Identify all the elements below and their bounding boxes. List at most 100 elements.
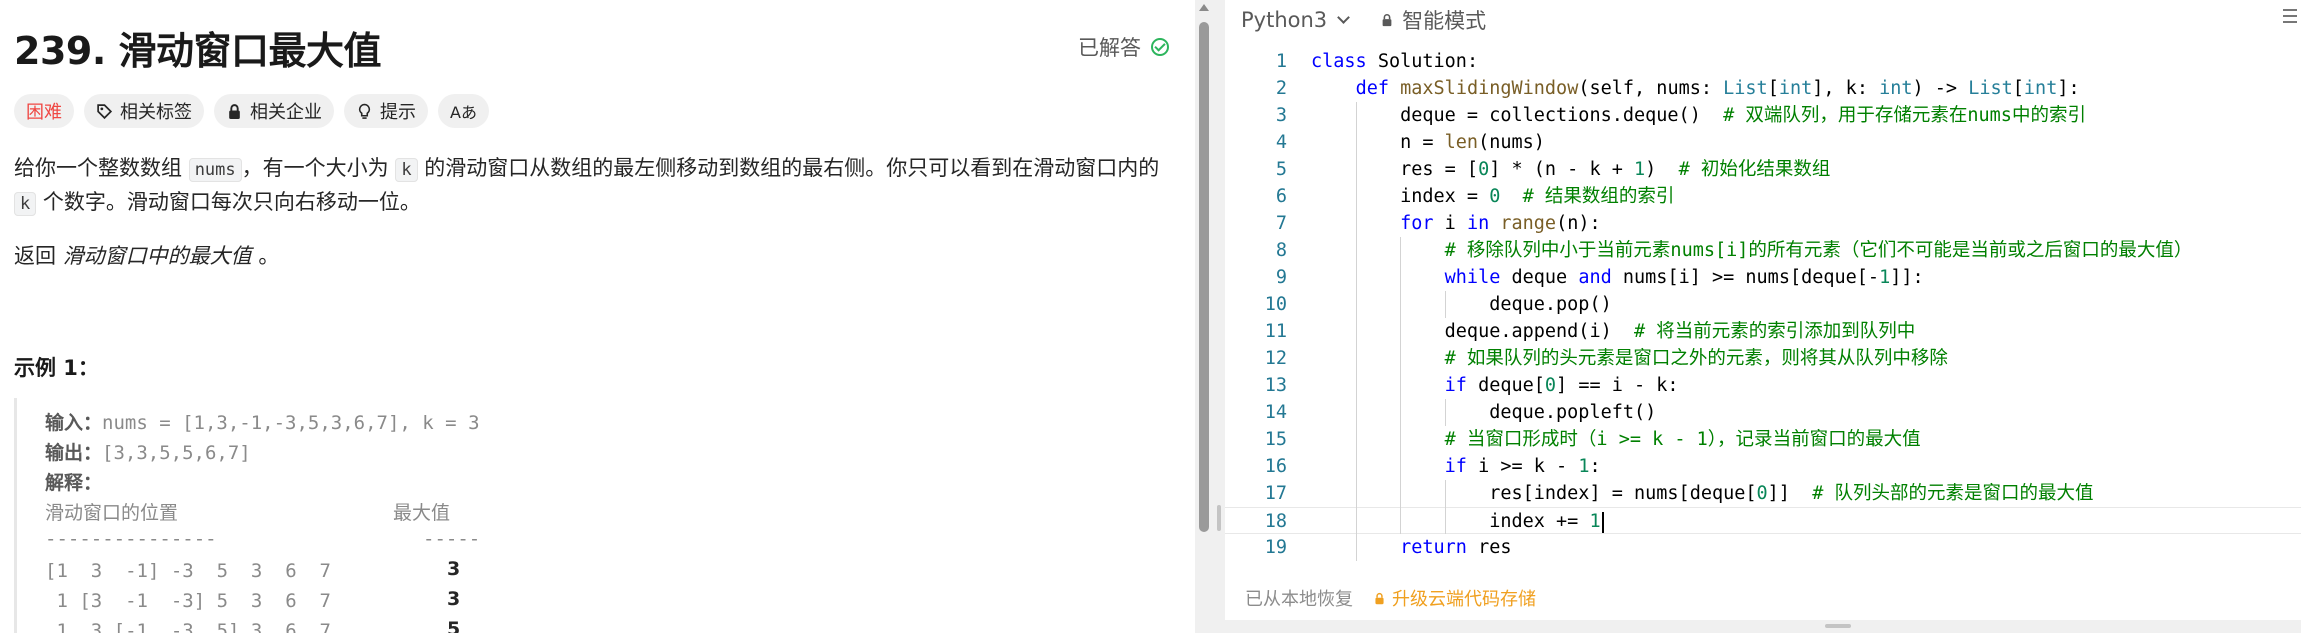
code-text: def maxSlidingWindow(self, nums: List[in… <box>1355 78 2080 99</box>
upgrade-cloud-storage-link[interactable]: 升级云端代码存储 <box>1373 585 1536 611</box>
indent-guide <box>1355 318 1357 345</box>
code-line[interactable]: 9 while deque and nums[i] >= nums[deque[… <box>1225 264 2301 291</box>
code-line[interactable]: 17 res[index] = nums[deque[0]] # 队列头部的元素… <box>1225 480 2301 507</box>
code-line[interactable]: 13 if deque[0] == i - k: <box>1225 372 2301 399</box>
inline-code: k <box>395 158 418 182</box>
code-line[interactable]: 10 deque.pop() <box>1225 291 2301 318</box>
code-text: # 当窗口形成时（i >= k - 1），记录当前窗口的最大值 <box>1444 429 1921 450</box>
bottom-resize-grip[interactable] <box>1825 624 1851 628</box>
input-label: 输入： <box>45 412 103 434</box>
line-number: 17 <box>1264 483 1287 504</box>
indent-guide <box>1355 291 1357 318</box>
code-text: res = [0] * (n - k + 1) # 初始化结果数组 <box>1311 159 1831 180</box>
code-line[interactable]: 4 n = len(nums) <box>1225 129 2301 156</box>
indent-guide <box>1400 237 1402 264</box>
solved-status: 已解答 <box>1078 32 1169 62</box>
translate-button[interactable]: Aあ <box>438 94 489 128</box>
window-row: [1 3 -1] -3 5 3 6 7 <box>45 560 331 582</box>
indent-guide <box>1444 507 1446 534</box>
code-line[interactable]: 3 deque = collections.deque() # 双端队列，用于存… <box>1225 102 2301 129</box>
indent-guide <box>1355 102 1357 129</box>
indent-guide <box>1355 480 1357 507</box>
line-number: 9 <box>1275 267 1287 288</box>
example-output: 输出：[3,3,5,5,6,7] <box>45 438 251 465</box>
line-number: 16 <box>1264 456 1287 477</box>
code-text: class Solution: <box>1311 51 1479 72</box>
line-number: 4 <box>1275 132 1287 153</box>
code-line[interactable]: 7 for i in range(n): <box>1225 210 2301 237</box>
example-input: 输入：nums = [1,3,-1,-3,5,3,6,7], k = 3 <box>45 408 480 435</box>
line-number: 14 <box>1264 402 1287 423</box>
code-text: for i in range(n): <box>1400 213 1601 234</box>
code-text: res[index] = nums[deque[0]] # 队列头部的元素是窗口… <box>1311 483 2094 504</box>
hint-button[interactable]: 提示 <box>344 94 428 128</box>
code-line[interactable]: 2 def maxSlidingWindow(self, nums: List[… <box>1225 75 2301 102</box>
indent-guide <box>1355 237 1357 264</box>
inline-code: nums <box>188 158 242 182</box>
line-number: 3 <box>1275 105 1287 126</box>
explain-label: 解释： <box>45 472 103 494</box>
code-line[interactable]: 16 if i >= k - 1: <box>1225 453 2301 480</box>
return-emphasis: 滑动窗口中的最大值 <box>62 244 252 268</box>
scroll-up-arrow-icon[interactable] <box>1199 4 1209 11</box>
code-editor[interactable]: 1 class Solution: 2 def maxSlidingWindow(s… <box>1225 48 2301 568</box>
indent-guide <box>1355 399 1357 426</box>
lock-icon <box>1375 592 1384 604</box>
col-max-header: 最大值 <box>393 502 451 524</box>
code-line[interactable]: 6 index = 0 # 结果数组的索引 <box>1225 183 2301 210</box>
indent-guide <box>1400 507 1402 534</box>
line-number: 18 <box>1264 511 1287 532</box>
menu-icon[interactable] <box>2283 9 2297 23</box>
max-separator: ----- <box>423 528 481 550</box>
desc-text: 个数字。滑动窗口每次只向右移动一位。 <box>36 190 421 214</box>
splitter-grip[interactable] <box>1217 505 1221 531</box>
desc-text: 给你一个整数数组 <box>14 156 189 180</box>
code-line[interactable]: 12 # 如果队列的头元素是窗口之外的元素，则将其从队列中移除 <box>1225 345 2301 372</box>
line-number: 12 <box>1264 348 1287 369</box>
window-row: 1 [3 -1 -3] 5 3 6 7 <box>45 590 331 612</box>
code-text: deque.append(i) # 将当前元素的索引添加到队列中 <box>1311 321 1916 342</box>
code-text: deque.popleft() <box>1311 402 1657 423</box>
output-label: 输出： <box>45 442 103 464</box>
code-text: n = len(nums) <box>1311 132 1545 153</box>
code-line[interactable]: 14 deque.popleft() <box>1225 399 2301 426</box>
indent-guide <box>1444 291 1446 318</box>
scrollbar-thumb[interactable] <box>1199 22 1209 532</box>
problem-tags: 困难 相关标签 相关企业 提示 Aあ <box>14 94 489 128</box>
indent-guide <box>1355 426 1357 453</box>
indent-guide <box>1355 264 1357 291</box>
input-value: nums = [1,3,-1,-3,5,3,6,7], k = 3 <box>102 412 480 434</box>
related-companies-button[interactable]: 相关企业 <box>214 94 334 128</box>
bottom-resize-bar[interactable] <box>1225 620 2301 633</box>
window-row: 1 3 [-1 -3 5] 3 6 7 <box>45 620 331 633</box>
lightbulb-icon <box>358 103 371 119</box>
line-number: 19 <box>1264 537 1287 558</box>
panel-splitter[interactable] <box>1213 0 1225 633</box>
language-select[interactable]: Python3 <box>1241 8 1351 32</box>
code-line[interactable]: 11 deque.append(i) # 将当前元素的索引添加到队列中 <box>1225 318 2301 345</box>
code-line[interactable]: 15 # 当窗口形成时（i >= k - 1），记录当前窗口的最大值 <box>1225 426 2301 453</box>
language-label: Python3 <box>1241 8 1328 32</box>
code-line[interactable]: 8 # 移除队列中小于当前元素nums[i]的所有元素（它们不可能是当前或之后窗… <box>1225 237 2301 264</box>
restore-status: 已从本地恢复 <box>1245 589 1353 610</box>
inline-code: k <box>14 192 37 216</box>
code-line[interactable]: 5 res = [0] * (n - k + 1) # 初始化结果数组 <box>1225 156 2301 183</box>
indent-guide <box>1400 480 1402 507</box>
smart-mode-toggle[interactable]: 智能模式 <box>1380 5 1486 35</box>
line-number: 13 <box>1264 375 1287 396</box>
problem-description: 给你一个整数数组 nums ，有一个大小为 k 的滑动窗口从数组的最左侧移动到数组… <box>14 152 1174 220</box>
window-separator: --------------- <box>45 528 217 550</box>
code-line[interactable]: 18 index += 1 <box>1225 507 2301 534</box>
code-text: while deque and nums[i] >= nums[deque[-1… <box>1444 267 1924 288</box>
difficulty-badge: 困难 <box>14 94 74 128</box>
code-line[interactable]: 19 return res <box>1225 534 2301 561</box>
related-tags-button[interactable]: 相关标签 <box>84 94 204 128</box>
related-tags-label: 相关标签 <box>120 102 192 123</box>
code-line[interactable]: 1 class Solution: <box>1225 48 2301 75</box>
desc-text: 的滑动窗口从数组的最左侧移动到数组的最右侧。你只可以看到在滑动窗口内的 <box>417 156 1160 180</box>
indent-guide <box>1400 318 1402 345</box>
indent-guide <box>1355 507 1357 534</box>
indent-guide <box>1444 480 1446 507</box>
problem-scrollbar[interactable] <box>1195 0 1213 633</box>
code-text: return res <box>1400 537 1512 558</box>
